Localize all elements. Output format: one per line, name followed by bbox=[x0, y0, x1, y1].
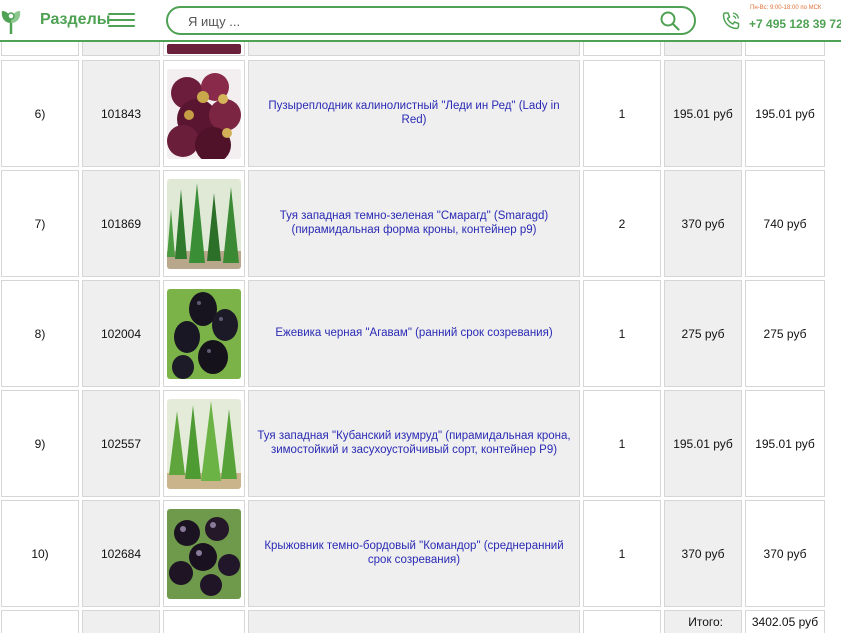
phone-icon[interactable] bbox=[720, 10, 742, 32]
table-cell bbox=[583, 610, 661, 633]
product-image[interactable] bbox=[167, 288, 241, 379]
unit-price: 275 руб bbox=[664, 280, 742, 387]
product-name-link[interactable]: Крыжовник темно-бордовый "Командор" (сре… bbox=[248, 500, 580, 607]
unit-price: 370 руб bbox=[664, 170, 742, 277]
quantity: 1 bbox=[583, 390, 661, 497]
table-cell bbox=[1, 610, 79, 633]
hamburger-menu-icon[interactable] bbox=[108, 13, 135, 27]
product-code: 101869 bbox=[82, 170, 160, 277]
product-code: 102557 bbox=[82, 390, 160, 497]
line-total: 740 руб bbox=[745, 170, 825, 277]
site-header: Разделы Пн-Вс: 9:00-18:00 по МСК +7 495 … bbox=[0, 0, 841, 42]
row-number: 9) bbox=[1, 390, 79, 497]
row-number: 6) bbox=[1, 60, 79, 167]
product-name-link[interactable]: Пузыреплодник калинолистный "Леди ин Ред… bbox=[248, 60, 580, 167]
quantity: 1 bbox=[583, 280, 661, 387]
product-image[interactable] bbox=[167, 178, 241, 269]
quantity: 1 bbox=[583, 60, 661, 167]
table-cell bbox=[248, 610, 580, 633]
product-code: 102684 bbox=[82, 500, 160, 607]
line-total: 370 руб bbox=[745, 500, 825, 607]
sections-menu-label[interactable]: Разделы bbox=[40, 11, 110, 29]
quantity: 1 bbox=[583, 500, 661, 607]
unit-price: 195.01 руб bbox=[664, 60, 742, 167]
table-cell bbox=[82, 610, 160, 633]
row-number: 10) bbox=[1, 500, 79, 607]
total-label: Итого: bbox=[664, 610, 742, 633]
row-number: 7) bbox=[1, 170, 79, 277]
product-image-cell bbox=[163, 280, 245, 387]
product-name-link[interactable]: Туя западная темно-зеленая "Смарагд" (Sm… bbox=[248, 170, 580, 277]
product-image bbox=[167, 44, 241, 54]
product-code: 101843 bbox=[82, 60, 160, 167]
row-number: 8) bbox=[1, 280, 79, 387]
product-image-cell bbox=[163, 390, 245, 497]
total-value: 3402.05 руб bbox=[745, 610, 825, 633]
product-image[interactable] bbox=[167, 508, 241, 599]
search-icon[interactable] bbox=[660, 11, 680, 31]
quantity: 2 bbox=[583, 170, 661, 277]
cart-table: 6) 101843 Пузыреплодник калинолистный "Л… bbox=[0, 0, 841, 633]
unit-price: 370 руб bbox=[664, 500, 742, 607]
product-image-cell bbox=[163, 60, 245, 167]
search-input[interactable] bbox=[188, 12, 648, 30]
line-total: 195.01 руб bbox=[745, 390, 825, 497]
product-code: 102004 bbox=[82, 280, 160, 387]
work-hours: Пн-Вс: 9:00-18:00 по МСК bbox=[750, 5, 822, 11]
phone-number[interactable]: +7 495 128 39 72 bbox=[749, 17, 841, 31]
product-image[interactable] bbox=[167, 398, 241, 489]
line-total: 195.01 руб bbox=[745, 60, 825, 167]
logo-icon[interactable] bbox=[0, 7, 22, 35]
table-cell bbox=[163, 610, 245, 633]
product-name-link[interactable]: Туя западная "Кубанский изумруд" (пирами… bbox=[248, 390, 580, 497]
product-image-cell bbox=[163, 500, 245, 607]
product-name-link[interactable]: Ежевика черная "Агавам" (ранний срок соз… bbox=[248, 280, 580, 387]
line-total: 275 руб bbox=[745, 280, 825, 387]
unit-price: 195.01 руб bbox=[664, 390, 742, 497]
product-image-cell bbox=[163, 170, 245, 277]
product-image[interactable] bbox=[167, 68, 241, 159]
search-box bbox=[166, 6, 696, 35]
